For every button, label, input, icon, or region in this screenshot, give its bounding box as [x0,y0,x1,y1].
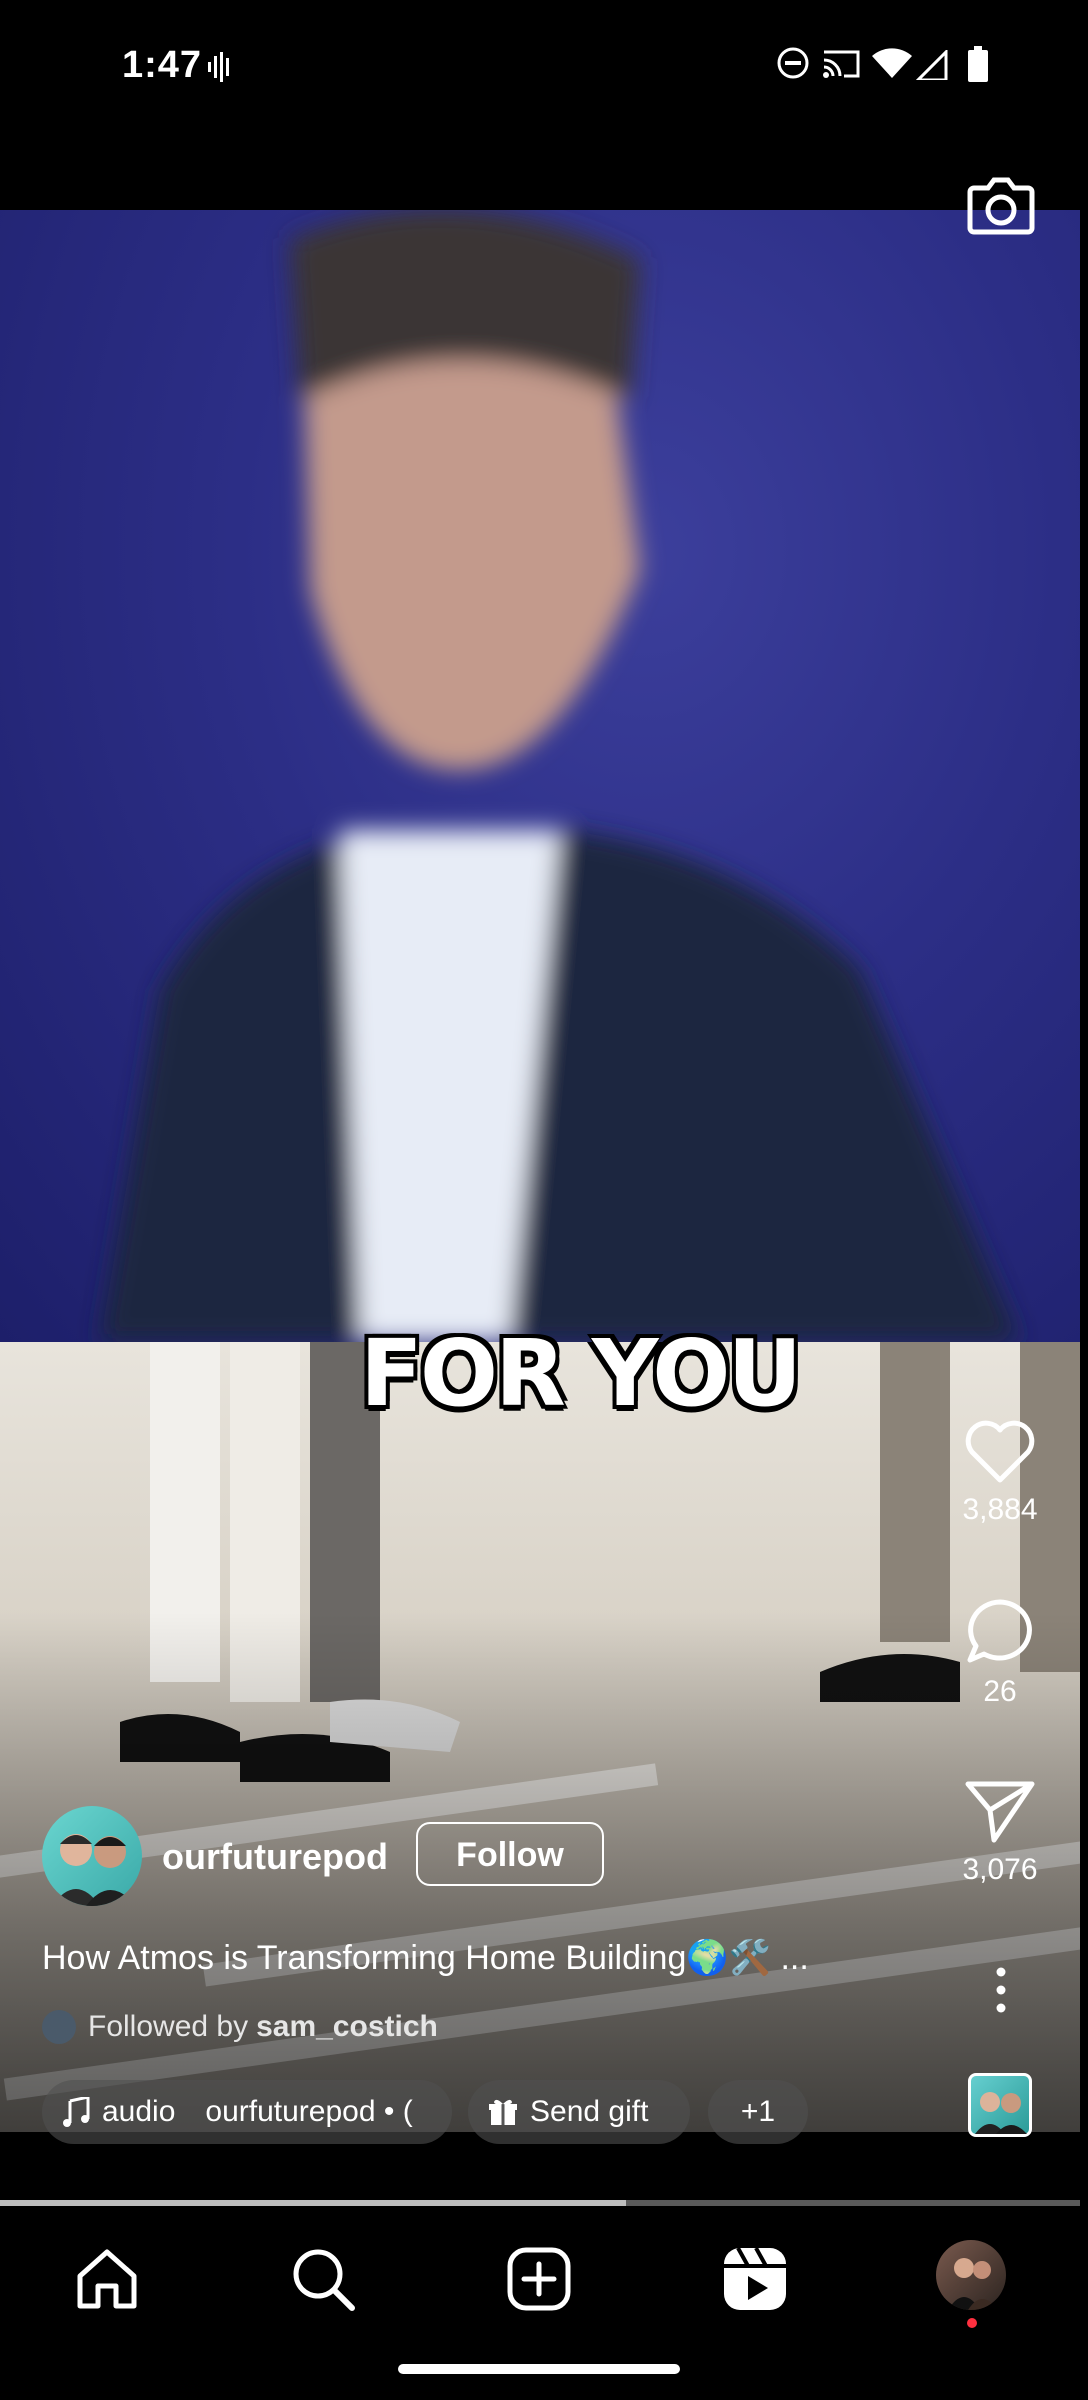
audio-label: audio [102,2095,176,2128]
vibrate-icon [208,52,229,82]
followed-by-prefix: Followed by [88,2010,249,2043]
reels-icon[interactable] [720,2244,790,2314]
send-gift-label: Send gift [530,2095,649,2128]
post-caption[interactable]: How Atmos is Transforming Home Building🌍… [42,1938,809,1978]
comment-count: 26 [983,1675,1017,1708]
author-username[interactable]: ourfuturepod [162,1836,388,1878]
music-note-icon [63,2097,90,2127]
followed-by-row[interactable]: Followed by sam_costich [42,2010,438,2044]
send-gift-pill[interactable]: Send gift [468,2080,690,2144]
like-count: 3,884 [962,1493,1038,1526]
author-avatar[interactable] [42,1806,142,1906]
status-time: 1:47 [122,44,203,86]
video-overlay-text: FOR YOU [360,1320,802,1427]
home-indicator[interactable] [398,2364,680,2374]
video-progress-fill [0,2200,627,2206]
notification-dot [967,2318,977,2328]
cast-icon [823,50,860,78]
audio-pill[interactable]: audio ourfuturepod • ( [42,2080,452,2144]
create-icon[interactable] [504,2244,574,2314]
heart-icon[interactable] [964,1418,1036,1484]
comment-action[interactable]: 26 [940,1596,1060,1709]
more-options-icon[interactable] [986,1966,1016,2014]
more-pill-label: +1 [740,2095,776,2128]
comment-icon[interactable] [964,1596,1036,1666]
profile-avatar[interactable] [936,2240,1006,2310]
signal-icon [916,50,948,80]
share-action[interactable]: 3,076 [940,1778,1060,1887]
video-person-figure [100,210,1020,1342]
wifi-icon [872,48,912,78]
gift-icon [489,2099,517,2125]
camera-icon[interactable] [966,170,1036,240]
followed-by-user[interactable]: sam_costich [256,2010,438,2044]
follower-avatar [42,2010,76,2044]
video-progress-bar[interactable] [0,2200,1080,2206]
share-icon[interactable] [964,1778,1036,1844]
share-count: 3,076 [962,1853,1038,1886]
follow-button[interactable]: Follow [416,1822,604,1886]
bottom-navigation [0,2210,1088,2340]
like-action[interactable]: 3,884 [940,1418,1060,1527]
dnd-icon [777,47,809,79]
more-pill[interactable]: +1 [708,2080,808,2144]
search-icon[interactable] [288,2244,358,2314]
home-icon[interactable] [72,2244,142,2314]
audio-thumbnail[interactable] [968,2073,1032,2137]
status-bar: 1:47 [0,0,1088,136]
battery-icon [968,46,988,82]
video-upper-scene [0,210,1080,1342]
audio-source: ourfuturepod • ( [205,2095,413,2128]
